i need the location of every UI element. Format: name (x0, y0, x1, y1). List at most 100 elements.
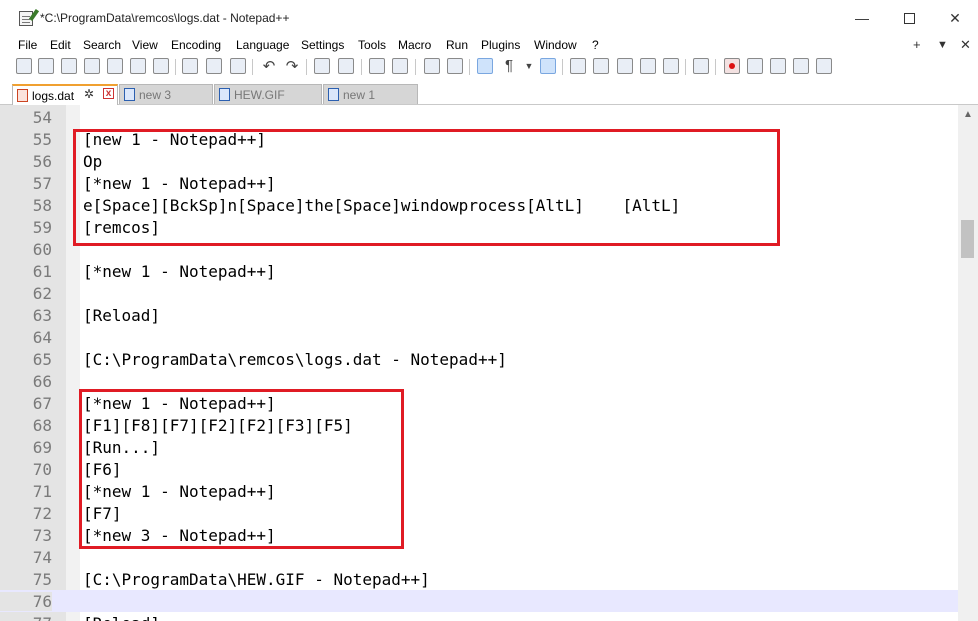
line-text[interactable]: [C:\ProgramData\HEW.GIF - Notepad++] (83, 570, 430, 589)
menu-run[interactable]: Run (446, 38, 468, 52)
copy-icon[interactable] (206, 58, 222, 74)
scroll-up-arrow-icon[interactable]: ▲ (958, 109, 978, 125)
menu-encoding[interactable]: Encoding (171, 38, 221, 52)
editor-line[interactable]: 57 [*new 1 - Notepad++] (0, 172, 958, 194)
folder-workspace-icon[interactable] (640, 58, 656, 74)
line-text[interactable]: e[Space][BckSp]n[Space]the[Space]windowp… (83, 196, 680, 215)
tab-close-icon[interactable]: x (103, 88, 114, 99)
macro-stop-icon[interactable] (747, 58, 763, 74)
scroll-thumb[interactable] (961, 220, 974, 258)
menu-window[interactable]: Window (534, 38, 577, 52)
line-text[interactable]: [F1][F8][F7][F2][F2][F3][F5] (83, 416, 353, 435)
tab-hew-gif[interactable]: HEW.GIF (214, 84, 322, 104)
close-icon[interactable] (107, 58, 123, 74)
tab-new-1[interactable]: new 1 (323, 84, 418, 104)
editor-line[interactable]: 64 (0, 326, 958, 348)
doc-switcher-icon[interactable] (663, 58, 679, 74)
editor-line[interactable]: 76 (0, 590, 958, 612)
editor-line[interactable]: 75 [C:\ProgramData\HEW.GIF - Notepad++] (0, 568, 958, 590)
save-all-icon[interactable] (84, 58, 100, 74)
editor-line[interactable]: 62 (0, 282, 958, 304)
new-tab-plus-icon[interactable]: + (913, 37, 921, 52)
line-text[interactable]: [*new 1 - Notepad++] (83, 482, 276, 501)
macro-record-icon[interactable] (724, 58, 740, 74)
line-text[interactable]: [F6] (83, 460, 122, 479)
editor-line[interactable]: 61 [*new 1 - Notepad++] (0, 260, 958, 282)
line-text[interactable]: [remcos] (83, 218, 160, 237)
text-editor[interactable]: 54 55 [new 1 - Notepad++] 56 Op 57 [*new 1 - N… (0, 105, 958, 621)
menu-search[interactable]: Search (83, 38, 121, 52)
menu-view[interactable]: View (132, 38, 158, 52)
editor-line[interactable]: 63 [Reload] (0, 304, 958, 326)
line-text[interactable]: [Reload] (83, 614, 160, 621)
editor-line[interactable]: 71 [*new 1 - Notepad++] (0, 480, 958, 502)
minimize-button[interactable]: — (842, 6, 882, 30)
doc-map-icon[interactable] (593, 58, 609, 74)
editor-line[interactable]: 74 (0, 546, 958, 568)
macro-save-icon[interactable] (816, 58, 832, 74)
indent-guide-icon[interactable] (540, 58, 556, 74)
editor-line[interactable]: 68 [F1][F8][F7][F2][F2][F3][F5] (0, 414, 958, 436)
editor-line[interactable]: 59 [remcos] (0, 216, 958, 238)
editor-line[interactable]: 60 (0, 238, 958, 260)
line-text[interactable]: [Run...] (83, 438, 160, 457)
new-file-icon[interactable] (16, 58, 32, 74)
line-text[interactable]: [*new 1 - Notepad++] (83, 394, 276, 413)
tab-logs-dat[interactable]: logs.dat ✲ x (12, 84, 118, 105)
close-button[interactable]: ✕ (935, 6, 975, 30)
menu-language[interactable]: Language (236, 38, 289, 52)
notepad-app-icon[interactable] (19, 11, 33, 26)
maximize-button[interactable] (889, 6, 929, 30)
line-text[interactable]: [*new 3 - Notepad++] (83, 526, 276, 545)
line-text[interactable]: [C:\ProgramData\remcos\logs.dat - Notepa… (83, 350, 507, 369)
editor-line[interactable]: 55 [new 1 - Notepad++] (0, 128, 958, 150)
macro-play-icon[interactable] (770, 58, 786, 74)
vertical-scrollbar[interactable]: ▲ (958, 105, 978, 621)
save-icon[interactable] (61, 58, 77, 74)
cut-icon[interactable] (182, 58, 198, 74)
word-wrap-icon[interactable] (477, 58, 493, 74)
editor-line[interactable]: 72 [F7] (0, 502, 958, 524)
menu-help[interactable]: ? (592, 38, 599, 52)
replace-icon[interactable] (338, 58, 354, 74)
editor-line[interactable]: 65 [C:\ProgramData\remcos\logs.dat - Note… (0, 348, 958, 370)
editor-line[interactable]: 69 [Run...] (0, 436, 958, 458)
editor-line[interactable]: 66 (0, 370, 958, 392)
menu-tools[interactable]: Tools (358, 38, 386, 52)
macro-run-multiple-icon[interactable] (793, 58, 809, 74)
open-file-icon[interactable] (38, 58, 54, 74)
menu-plugins[interactable]: Plugins (481, 38, 520, 52)
redo-icon[interactable]: ↷ (283, 57, 301, 75)
zoom-in-icon[interactable] (369, 58, 385, 74)
sync-horizontal-icon[interactable] (447, 58, 463, 74)
pin-icon[interactable]: ✲ (84, 87, 94, 101)
show-all-chars-icon[interactable]: ¶ (500, 57, 518, 74)
menu-settings[interactable]: Settings (301, 38, 344, 52)
close-document-icon[interactable]: ✕ (960, 37, 971, 53)
show-all-chars-dropdown-icon[interactable]: ▼ (520, 61, 538, 71)
editor-line[interactable]: 56 Op (0, 150, 958, 172)
close-all-icon[interactable] (130, 58, 146, 74)
line-text[interactable]: [*new 1 - Notepad++] (83, 174, 276, 193)
find-icon[interactable] (314, 58, 330, 74)
editor-line[interactable]: 70 [F6] (0, 458, 958, 480)
editor-line[interactable]: 58 e[Space][BckSp]n[Space]the[Space]windo… (0, 194, 958, 216)
menu-macro[interactable]: Macro (398, 38, 431, 52)
editor-line[interactable]: 67 [*new 1 - Notepad++] (0, 392, 958, 414)
menu-file[interactable]: File (18, 38, 37, 52)
line-text[interactable]: [F7] (83, 504, 122, 523)
line-text[interactable]: [new 1 - Notepad++] (83, 130, 266, 149)
paste-icon[interactable] (230, 58, 246, 74)
line-text[interactable]: [Reload] (83, 306, 160, 325)
menu-edit[interactable]: Edit (50, 38, 71, 52)
monitoring-icon[interactable] (693, 58, 709, 74)
print-icon[interactable] (153, 58, 169, 74)
sync-vertical-icon[interactable] (424, 58, 440, 74)
editor-line[interactable]: 54 (0, 106, 958, 128)
undo-icon[interactable]: ↶ (260, 57, 278, 75)
zoom-out-icon[interactable] (392, 58, 408, 74)
tab-new-3[interactable]: new 3 (119, 84, 213, 104)
line-text[interactable]: [*new 1 - Notepad++] (83, 262, 276, 281)
lang-define-icon[interactable] (570, 58, 586, 74)
editor-line[interactable]: 73 [*new 3 - Notepad++] (0, 524, 958, 546)
